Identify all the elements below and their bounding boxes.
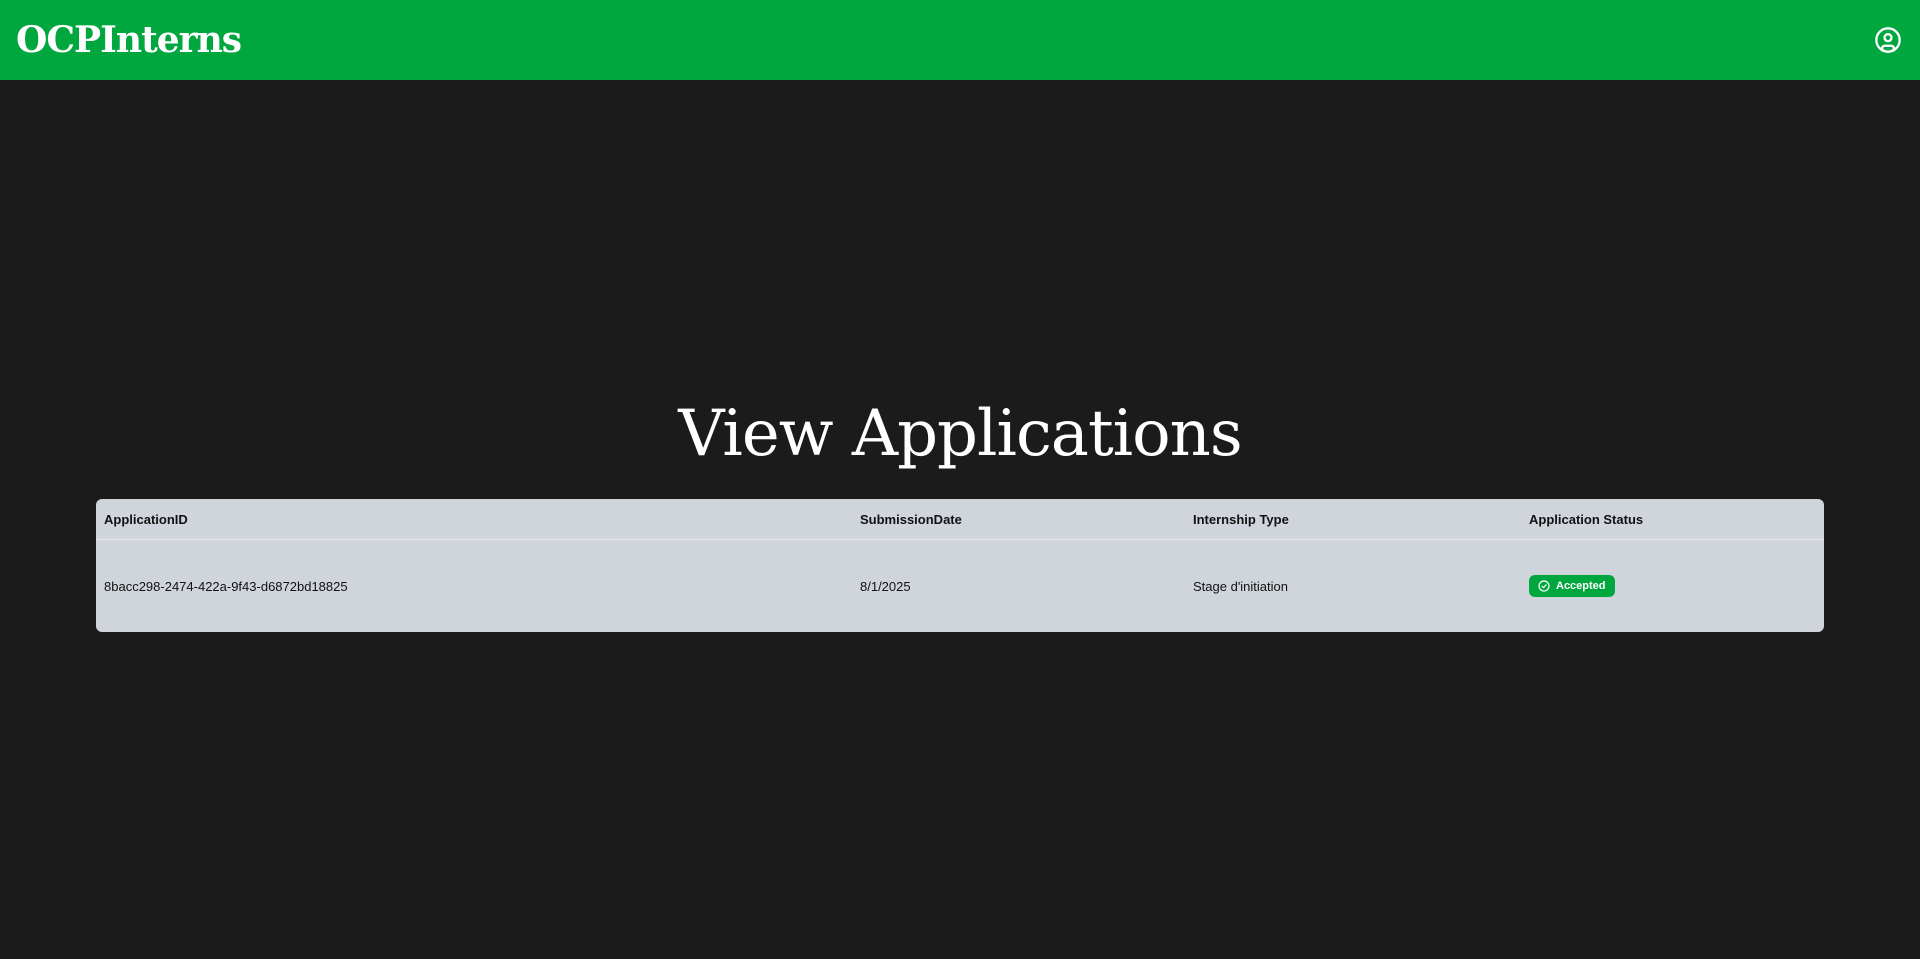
column-header-internship-type: Internship Type	[1185, 499, 1521, 540]
cell-internship-type: Stage d'initiation	[1193, 578, 1288, 594]
brand-logo[interactable]: OCPInterns	[16, 19, 242, 61]
status-badge: Accepted	[1529, 575, 1615, 597]
applications-table: ApplicationID SubmissionDate Internship …	[96, 499, 1824, 632]
page-title: View Applications	[678, 397, 1242, 471]
column-header-submission-date: SubmissionDate	[852, 499, 1185, 540]
status-badge-label: Accepted	[1556, 580, 1606, 592]
user-circle-icon	[1875, 27, 1901, 53]
table-row[interactable]: 8bacc298-2474-422a-9f43-d6872bd18825 8/1…	[96, 540, 1824, 633]
table-header-row: ApplicationID SubmissionDate Internship …	[96, 499, 1824, 540]
top-navbar: OCPInterns	[0, 0, 1920, 80]
cell-submission-date: 8/1/2025	[860, 578, 911, 594]
check-circle-icon	[1538, 580, 1550, 592]
column-header-application-id: ApplicationID	[96, 499, 852, 540]
cell-application-id: 8bacc298-2474-422a-9f43-d6872bd18825	[104, 578, 348, 594]
column-header-application-status: Application Status	[1521, 499, 1824, 540]
applications-table-card: ApplicationID SubmissionDate Internship …	[96, 499, 1824, 632]
cell-application-status: Accepted	[1521, 540, 1824, 633]
account-button[interactable]	[1872, 24, 1904, 56]
